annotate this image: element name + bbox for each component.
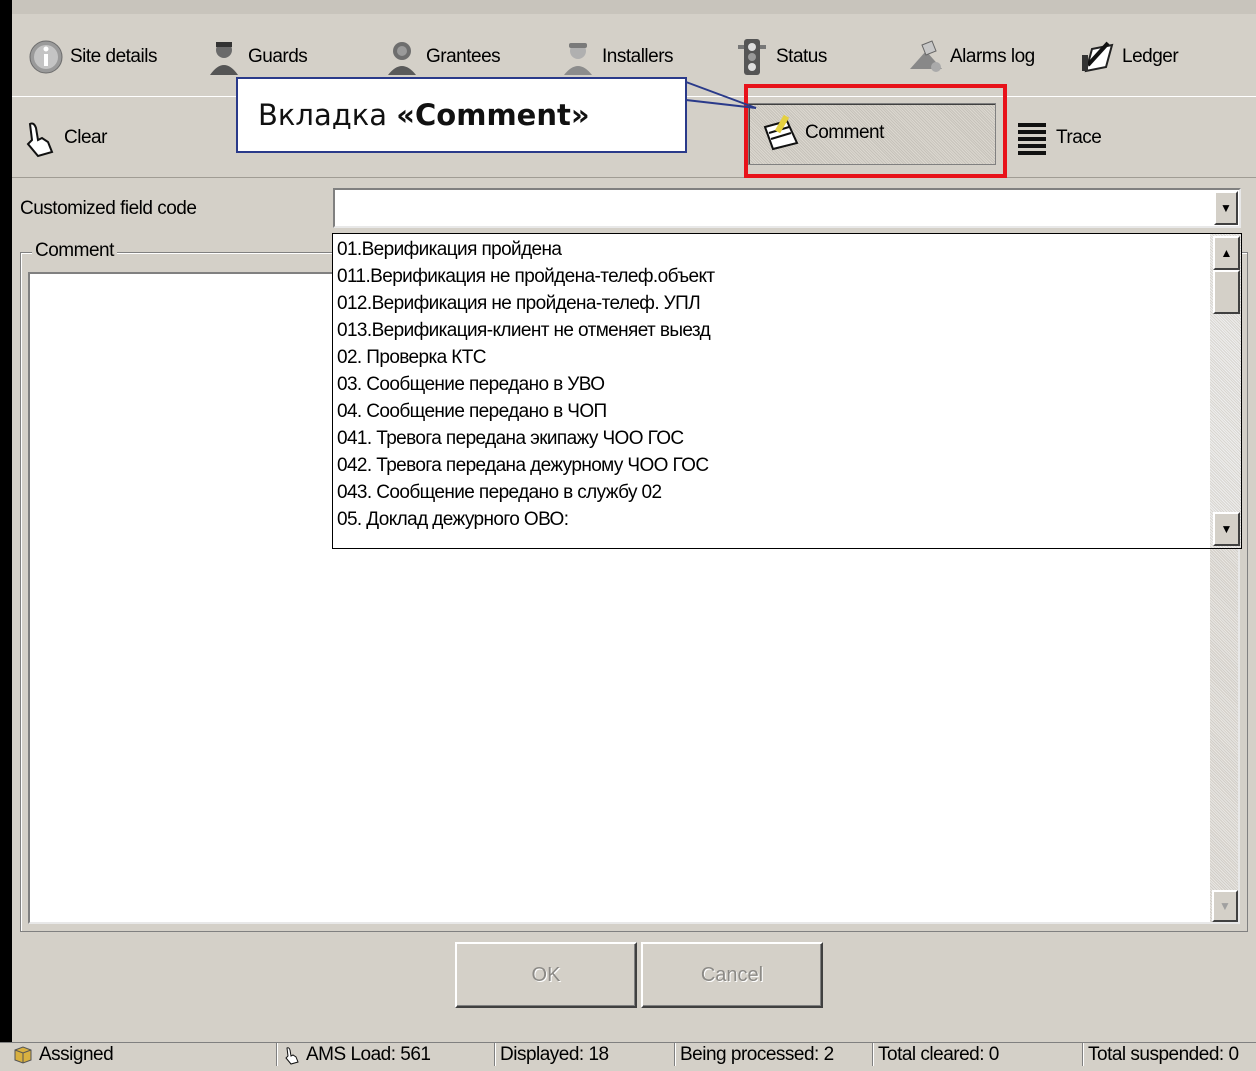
combo-dropdown-button[interactable]: ▼ xyxy=(1214,191,1238,225)
list-item[interactable]: 042. Тревога передана дежурному ЧОО ГОС xyxy=(337,454,709,478)
alarms-log-button[interactable]: Alarms log xyxy=(906,34,1035,80)
status-bar xyxy=(0,1042,1256,1067)
hand-icon xyxy=(20,118,60,158)
window-left-edge xyxy=(0,0,12,1042)
installers-button[interactable]: Installers xyxy=(558,34,674,80)
clear-label: Clear xyxy=(64,127,107,148)
ledger-label: Ledger xyxy=(1122,46,1179,67)
alarm-bell-icon xyxy=(906,37,946,77)
comment-tab-callout: Вкладка «Comment» xyxy=(236,77,687,153)
list-item[interactable]: 012.Верификация не пройдена-телеф. УПЛ xyxy=(337,292,701,316)
alarms-log-label: Alarms log xyxy=(950,46,1035,67)
list-item[interactable]: 043. Сообщение передано в службу 02 xyxy=(337,481,662,505)
list-item[interactable]: 03. Сообщение передано в УВО xyxy=(337,373,605,397)
site-details-label: Site details xyxy=(70,46,157,67)
grantee-person-icon xyxy=(382,37,422,77)
trace-button[interactable]: Trace xyxy=(1012,115,1102,161)
guards-button[interactable]: Guards xyxy=(204,34,308,80)
list-item[interactable]: 04. Сообщение передано в ЧОП xyxy=(337,400,607,424)
dropdown-scroll-thumb[interactable] xyxy=(1213,270,1240,314)
installer-person-icon xyxy=(558,37,598,77)
guard-person-icon xyxy=(204,37,244,77)
dropdown-scroll-up-button[interactable]: ▲ xyxy=(1213,236,1240,270)
cancel-button[interactable]: Cancel xyxy=(641,942,823,1008)
list-item[interactable]: 01.Верификация пройдена xyxy=(337,238,562,262)
window-top-strip xyxy=(0,0,1256,15)
customized-field-label: Customized field code xyxy=(20,198,197,219)
status-total-cleared: Total cleared: 0 xyxy=(872,1043,999,1066)
callout-prefix: Вкладка xyxy=(258,98,397,132)
list-item[interactable]: 011.Верификация не пройдена-телеф.объект xyxy=(337,265,715,289)
status-total-suspended: Total suspended: 0 xyxy=(1082,1043,1239,1066)
grantees-label: Grantees xyxy=(426,46,501,67)
triangle-down-icon: ▼ xyxy=(1220,201,1232,215)
list-item[interactable]: 041. Тревога передана экипажу ЧОО ГОС xyxy=(337,427,684,451)
comment-highlight-frame xyxy=(744,84,1007,178)
dropdown-scroll-down-button[interactable]: ▼ xyxy=(1213,512,1240,546)
status-ams-load: AMS Load: 561 xyxy=(276,1043,431,1066)
list-item[interactable]: 013.Верификация-клиент не отменяет выезд xyxy=(337,319,711,343)
assigned-label: Assigned xyxy=(39,1043,114,1065)
info-icon xyxy=(26,37,66,77)
traffic-light-icon xyxy=(732,37,772,77)
clear-button[interactable]: Clear xyxy=(20,115,107,161)
installers-label: Installers xyxy=(602,46,674,67)
triangle-down-icon: ▼ xyxy=(1219,899,1231,913)
customized-field-combobox[interactable]: ▼ xyxy=(333,188,1241,228)
status-button[interactable]: Status xyxy=(732,34,827,80)
customized-field-dropdown-list[interactable]: 01.Верификация пройдена 011.Верификация … xyxy=(332,233,1242,549)
callout-bold-text: «Comment» xyxy=(396,98,590,132)
guards-label: Guards xyxy=(248,46,308,67)
comment-group-legend: Comment xyxy=(32,240,117,262)
callout-pointer xyxy=(685,81,757,109)
hand-icon xyxy=(282,1045,302,1065)
status-label: Status xyxy=(776,46,827,67)
grantees-button[interactable]: Grantees xyxy=(382,34,501,80)
list-item[interactable]: 02. Проверка КТС xyxy=(337,346,486,370)
site-details-button[interactable]: Site details xyxy=(26,34,157,80)
list-item[interactable]: 05. Доклад дежурного ОВО: xyxy=(337,508,569,532)
status-displayed: Displayed: 18 xyxy=(494,1043,609,1066)
status-being-processed: Being processed: 2 xyxy=(674,1043,834,1066)
status-assigned: Assigned xyxy=(8,1043,114,1066)
ok-button[interactable]: OK xyxy=(455,942,637,1008)
triangle-down-icon: ▼ xyxy=(1220,522,1233,536)
triangle-up-icon: ▲ xyxy=(1220,246,1233,260)
trace-label: Trace xyxy=(1056,127,1102,148)
list-lines-icon xyxy=(1012,118,1052,158)
comment-scroll-down-button[interactable]: ▼ xyxy=(1212,890,1238,922)
ams-load-label: AMS Load: 561 xyxy=(306,1043,431,1065)
ledger-pen-icon xyxy=(1078,37,1118,77)
ledger-button[interactable]: Ledger xyxy=(1078,34,1179,80)
assigned-icon xyxy=(13,1045,33,1064)
